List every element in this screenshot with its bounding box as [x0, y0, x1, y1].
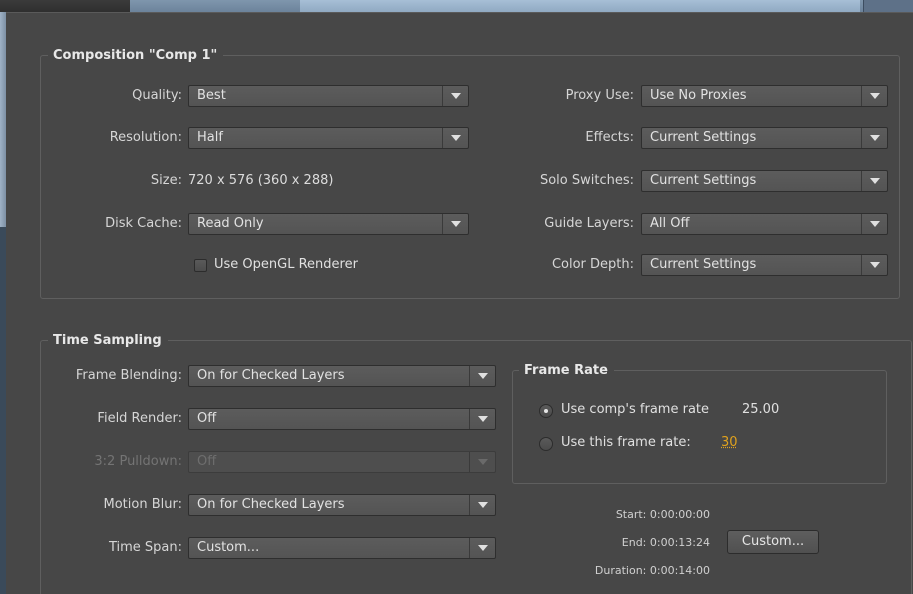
proxy-use-value: Use No Proxies — [650, 88, 747, 103]
chevron-down-icon — [469, 409, 495, 429]
use-this-frame-rate-radio[interactable] — [539, 437, 553, 451]
frame-blending-label: Frame Blending: — [75, 368, 182, 383]
chevron-down-icon — [442, 128, 468, 148]
time-span-value: Custom... — [197, 540, 260, 555]
proxy-use-dropdown[interactable]: Use No Proxies — [641, 85, 888, 107]
chevron-down-icon — [861, 86, 887, 106]
duration: Duration: 0:00:14:00 — [594, 564, 710, 577]
frame-rate-group-title: Frame Rate — [519, 363, 614, 378]
motion-blur-label: Motion Blur: — [103, 497, 182, 512]
guide-layers-dropdown[interactable]: All Off — [641, 213, 888, 235]
pulldown-dropdown: Off — [188, 451, 496, 473]
solo-switches-value: Current Settings — [650, 173, 757, 188]
size-label: Size: — [150, 173, 182, 188]
field-render-dropdown[interactable]: Off — [188, 408, 496, 430]
chevron-down-icon — [861, 171, 887, 191]
titlebar-highlight — [300, 0, 860, 12]
frame-rate-group — [512, 370, 887, 484]
effects-label: Effects: — [585, 130, 634, 145]
disk-cache-dropdown[interactable]: Read Only — [188, 213, 469, 235]
chevron-down-icon — [861, 255, 887, 275]
titlebar-dark-area — [0, 0, 130, 12]
resolution-value: Half — [197, 130, 223, 145]
use-comp-frame-rate-label[interactable]: Use comp's frame rate — [561, 402, 709, 417]
guide-layers-value: All Off — [650, 216, 690, 231]
frame-blending-dropdown[interactable]: On for Checked Layers — [188, 365, 496, 387]
opengl-checkbox[interactable] — [194, 259, 207, 272]
field-render-label: Field Render: — [97, 411, 182, 426]
proxy-use-label: Proxy Use: — [565, 88, 634, 103]
chevron-down-icon — [861, 128, 887, 148]
resolution-label: Resolution: — [109, 130, 182, 145]
frame-rate-hot-value[interactable]: 30 — [721, 435, 738, 450]
chevron-down-icon — [861, 214, 887, 234]
guide-layers-label: Guide Layers: — [544, 216, 634, 231]
effects-dropdown[interactable]: Current Settings — [641, 127, 888, 149]
color-depth-label: Color Depth: — [551, 257, 634, 272]
color-depth-value: Current Settings — [650, 257, 757, 272]
chevron-down-icon — [469, 366, 495, 386]
comp-frame-rate-value: 25.00 — [742, 402, 780, 417]
chevron-down-icon — [469, 495, 495, 515]
disk-cache-label: Disk Cache: — [105, 216, 182, 231]
quality-label: Quality: — [132, 88, 182, 103]
render-settings-dialog: Composition "Comp 1" Quality: Best Resol… — [6, 12, 913, 594]
size-value: 720 x 576 (360 x 288) — [188, 173, 334, 188]
chevron-down-icon — [442, 214, 468, 234]
field-render-value: Off — [197, 411, 217, 426]
start-time: Start: 0:00:00:00 — [615, 508, 710, 521]
solo-switches-dropdown[interactable]: Current Settings — [641, 170, 888, 192]
quality-dropdown[interactable]: Best — [188, 85, 469, 107]
use-this-frame-rate-label[interactable]: Use this frame rate: — [561, 435, 691, 450]
end-time: End: 0:00:13:24 — [621, 536, 710, 549]
motion-blur-dropdown[interactable]: On for Checked Layers — [188, 494, 496, 516]
frame-blending-value: On for Checked Layers — [197, 368, 345, 383]
motion-blur-value: On for Checked Layers — [197, 497, 345, 512]
opengl-label[interactable]: Use OpenGL Renderer — [214, 257, 358, 272]
chevron-down-icon — [469, 538, 495, 558]
use-comp-frame-rate-radio[interactable] — [539, 404, 553, 418]
solo-switches-label: Solo Switches: — [539, 173, 634, 188]
composition-group-title: Composition "Comp 1" — [48, 48, 224, 63]
effects-value: Current Settings — [650, 130, 757, 145]
disk-cache-value: Read Only — [197, 216, 264, 231]
pulldown-label: 3:2 Pulldown: — [94, 454, 182, 469]
quality-value: Best — [197, 88, 226, 103]
color-depth-dropdown[interactable]: Current Settings — [641, 254, 888, 276]
time-span-label: Time Span: — [108, 540, 182, 555]
time-span-dropdown[interactable]: Custom... — [188, 537, 496, 559]
chevron-down-icon — [442, 86, 468, 106]
custom-time-span-button[interactable]: Custom... — [727, 530, 819, 554]
window-titlebar — [0, 0, 913, 12]
chevron-down-icon — [469, 452, 495, 472]
pulldown-value: Off — [197, 454, 217, 469]
time-sampling-group-title: Time Sampling — [48, 333, 168, 348]
window-control-edge[interactable] — [863, 0, 913, 12]
resolution-dropdown[interactable]: Half — [188, 127, 469, 149]
